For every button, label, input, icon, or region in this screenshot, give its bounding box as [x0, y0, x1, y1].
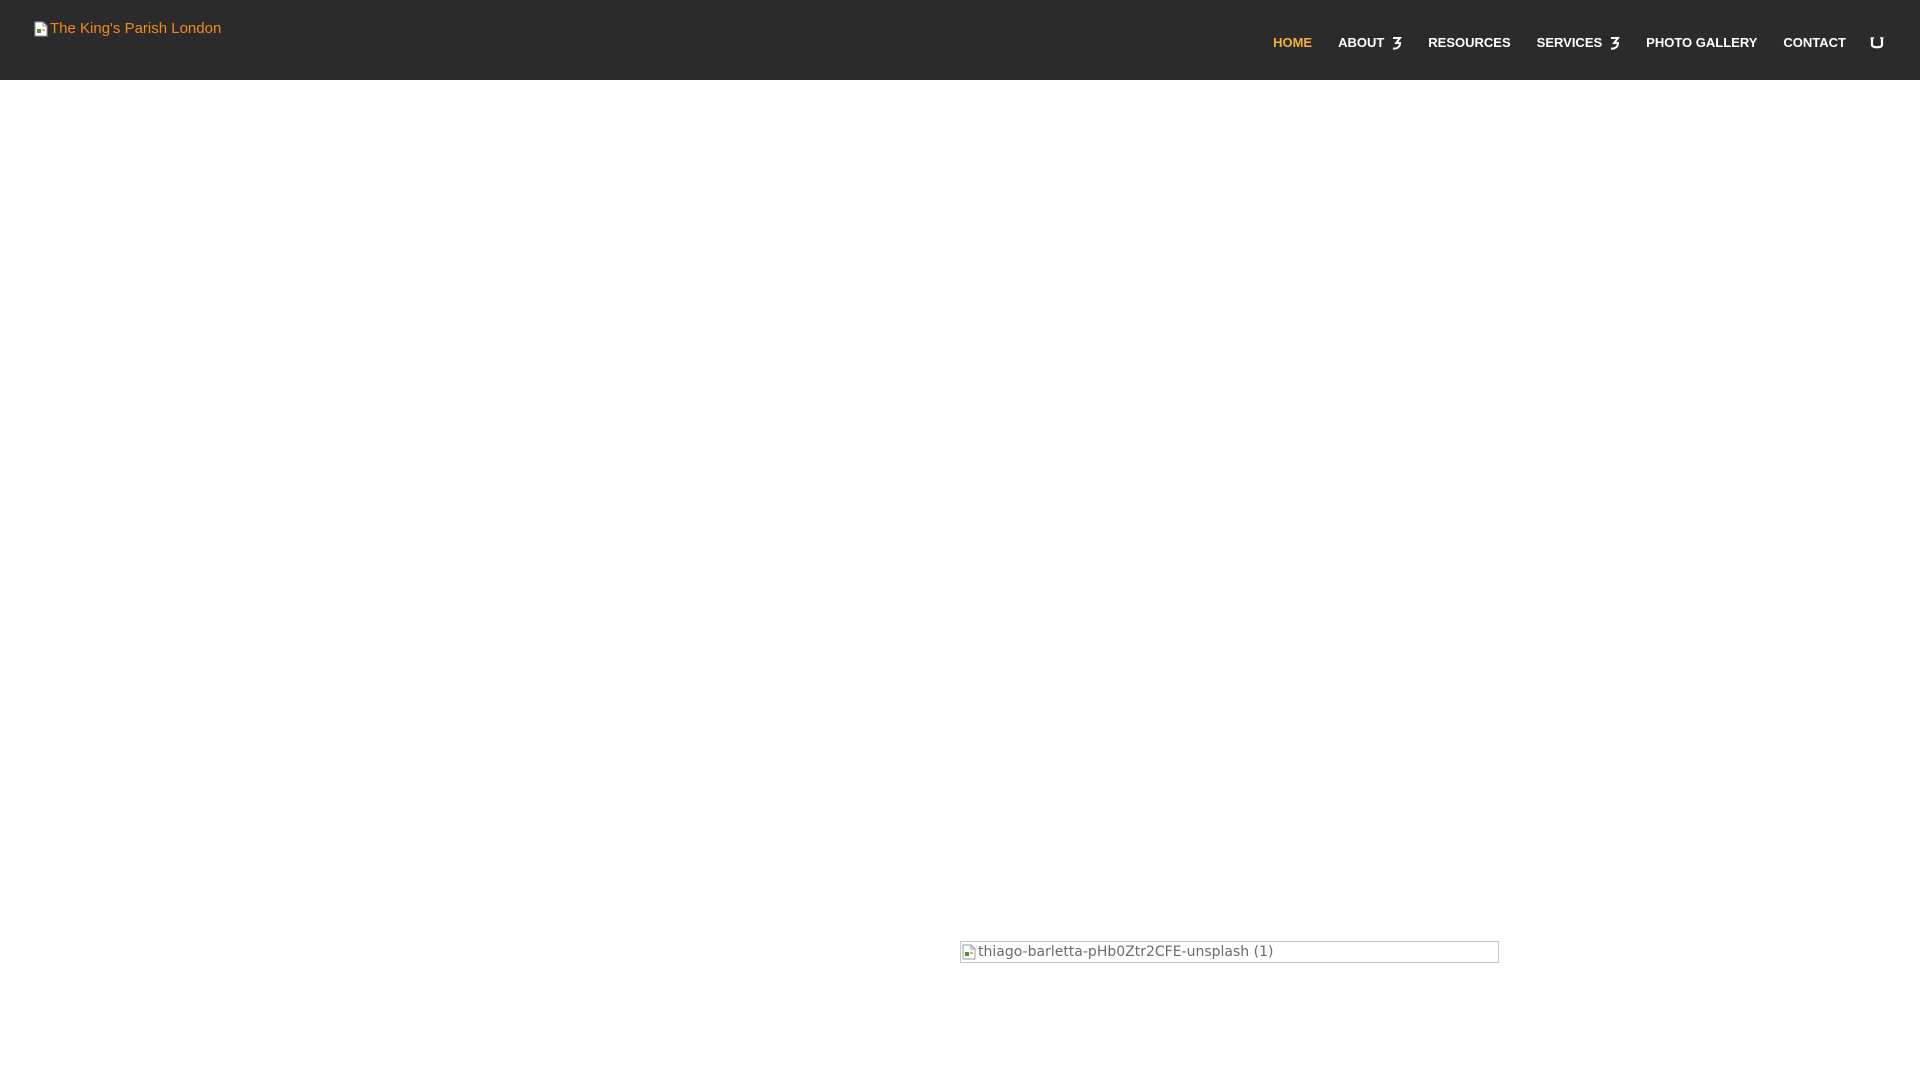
nav-item-label: HOME: [1273, 35, 1313, 50]
site-logo[interactable]: The King's Parish London: [34, 20, 221, 37]
image-alt-text: thiago-barletta-pHb0Ztr2CFE-unsplash (1): [978, 944, 1274, 960]
nav-item-label: PHOTO GALLERY: [1646, 35, 1758, 50]
main-navigation: HOME ABOUT RESOURCES SERVICES PHOTO GALL…: [1273, 33, 1920, 53]
broken-image-icon: [34, 21, 48, 37]
nav-item-label: SERVICES: [1536, 35, 1603, 50]
broken-image-icon: [962, 944, 976, 960]
page-content: thiago-barletta-pHb0Ztr2CFE-unsplash (1): [0, 80, 1920, 1080]
nav-item-label: ABOUT: [1338, 35, 1385, 50]
hamburger-icon[interactable]: [1870, 36, 1884, 50]
nav-item-contact[interactable]: CONTACT: [1783, 36, 1846, 50]
nav-item-photo-gallery[interactable]: PHOTO GALLERY: [1646, 36, 1757, 50]
nav-item-label: RESOURCES: [1428, 35, 1511, 50]
nav-item-label: CONTACT: [1783, 35, 1846, 50]
chevron-down-icon: [1392, 36, 1403, 50]
site-header: The King's Parish London HOME ABOUT RESO…: [0, 0, 1920, 80]
broken-image: thiago-barletta-pHb0Ztr2CFE-unsplash (1): [960, 941, 1499, 963]
nav-item-about[interactable]: ABOUT: [1338, 35, 1403, 50]
nav-item-home[interactable]: HOME: [1273, 36, 1312, 50]
nav-item-resources[interactable]: RESOURCES: [1428, 36, 1510, 50]
site-logo-alt-text: The King's Parish London: [50, 20, 222, 37]
chevron-down-icon: [1610, 36, 1621, 50]
nav-item-services[interactable]: SERVICES: [1537, 36, 1621, 50]
